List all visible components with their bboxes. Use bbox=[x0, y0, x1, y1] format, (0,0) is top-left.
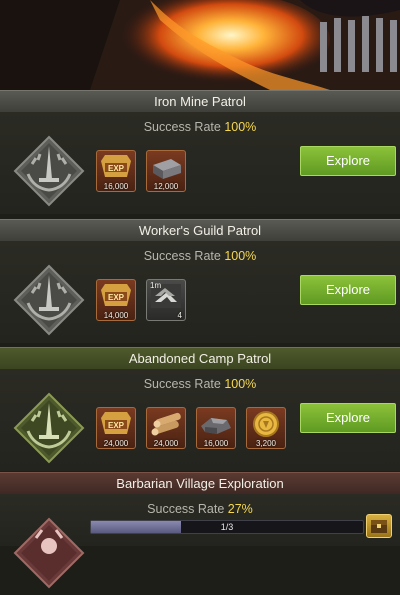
svg-text:EXP: EXP bbox=[108, 164, 125, 173]
mission-title: Worker's Guild Patrol bbox=[0, 219, 400, 242]
reward-quantity: 24,000 bbox=[103, 439, 129, 448]
explore-button[interactable]: Explore bbox=[300, 146, 396, 176]
exploration-progress-bar: 1/3 bbox=[90, 520, 364, 534]
reward-quantity: 24,000 bbox=[153, 439, 179, 448]
reward-quantity: 16,000 bbox=[103, 182, 129, 191]
explore-button[interactable]: Explore bbox=[300, 403, 396, 433]
mission-card: Abandoned Camp Patrol Success Rate 100% … bbox=[0, 347, 400, 471]
mission-card: Worker's Guild Patrol Success Rate 100% … bbox=[0, 219, 400, 343]
svg-text:EXP: EXP bbox=[108, 293, 125, 302]
exp-icon: EXP bbox=[101, 284, 131, 306]
exp-icon: EXP bbox=[101, 155, 131, 177]
mission-title: Abandoned Camp Patrol bbox=[0, 347, 400, 370]
success-rate: Success Rate 100% bbox=[0, 120, 400, 134]
mission-title: Barbarian Village Exploration bbox=[0, 472, 400, 495]
success-rate-value: 27% bbox=[227, 502, 253, 516]
success-rate-label: Success Rate bbox=[143, 249, 221, 263]
battle-banner bbox=[0, 0, 400, 90]
gold-coin-icon bbox=[253, 411, 279, 437]
reward-quantity: 4 bbox=[177, 311, 182, 320]
reward-speedup[interactable]: 1m 4 bbox=[146, 279, 186, 321]
reward-quantity: 14,000 bbox=[103, 311, 129, 320]
explore-button[interactable]: Explore bbox=[300, 275, 396, 305]
iron-ingot-icon bbox=[153, 159, 181, 179]
reward-exp[interactable]: EXP 24,000 bbox=[96, 407, 136, 449]
success-rate-value: 100% bbox=[224, 377, 257, 391]
reward-exp[interactable]: EXP 16,000 bbox=[96, 150, 136, 192]
mission-emblem-icon bbox=[12, 391, 86, 465]
mission-emblem-icon bbox=[12, 516, 86, 590]
reward-iron[interactable]: 16,000 bbox=[196, 407, 236, 449]
success-rate: Success Rate 27% bbox=[0, 502, 400, 516]
success-rate-label: Success Rate bbox=[147, 502, 225, 516]
mission-title: Iron Mine Patrol bbox=[0, 90, 400, 113]
reward-quantity: 12,000 bbox=[153, 182, 179, 191]
reward-exp[interactable]: EXP 14,000 bbox=[96, 279, 136, 321]
success-rate: Success Rate 100% bbox=[0, 249, 400, 263]
success-rate-value: 100% bbox=[224, 249, 257, 263]
success-rate-label: Success Rate bbox=[143, 120, 221, 134]
reward-wood[interactable]: 24,000 bbox=[146, 407, 186, 449]
speedup-duration: 1m bbox=[150, 281, 162, 290]
reward-gold[interactable]: 3,200 bbox=[246, 407, 286, 449]
svg-text:EXP: EXP bbox=[108, 421, 125, 430]
mission-card: Iron Mine Patrol Success Rate 100% EXP 1… bbox=[0, 90, 400, 214]
chest-button[interactable] bbox=[366, 514, 392, 538]
mission-emblem-icon bbox=[12, 134, 86, 208]
iron-ore-icon bbox=[201, 418, 231, 434]
success-rate-value: 100% bbox=[224, 120, 257, 134]
progress-text: 1/3 bbox=[220, 522, 234, 532]
reward-quantity: 3,200 bbox=[255, 439, 277, 448]
success-rate: Success Rate 100% bbox=[0, 377, 400, 391]
reward-quantity: 16,000 bbox=[203, 439, 229, 448]
wood-logs-icon bbox=[151, 412, 181, 436]
mission-card: Barbarian Village Exploration Success Ra… bbox=[0, 472, 400, 589]
success-rate-label: Success Rate bbox=[143, 377, 221, 391]
treasure-chest-icon bbox=[371, 520, 387, 533]
reward-iron[interactable]: 12,000 bbox=[146, 150, 186, 192]
mission-emblem-icon bbox=[12, 263, 86, 337]
exp-icon: EXP bbox=[101, 412, 131, 434]
